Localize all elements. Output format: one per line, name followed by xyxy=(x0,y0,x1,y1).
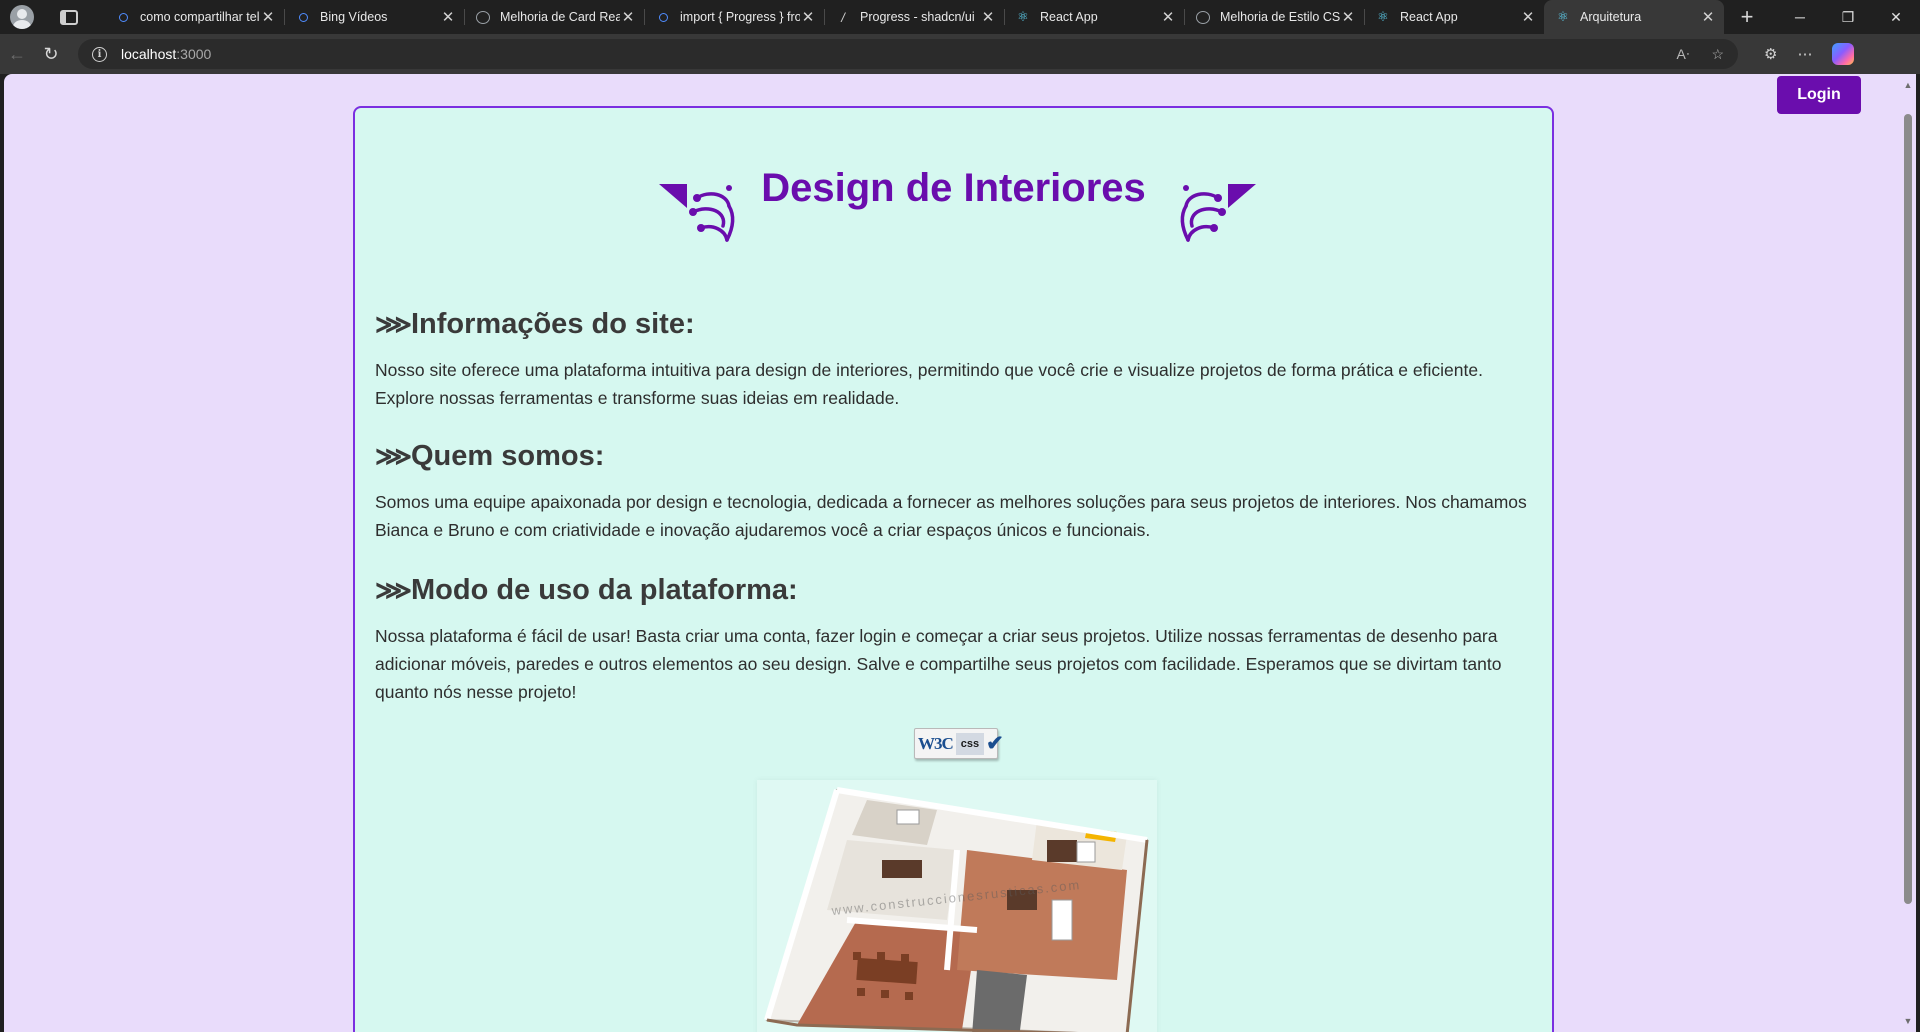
tab-title: Bing Vídeos xyxy=(320,10,388,24)
floor-plan-image: www.construccionesrusticas.com xyxy=(757,780,1157,1032)
w3c-css-badge[interactable]: W3C css ✔ xyxy=(914,728,1004,759)
scroll-up-icon[interactable]: ▲ xyxy=(1903,80,1913,90)
page-title: Design de Interiores xyxy=(761,166,1146,210)
section-body: Nosso site oferece uma plataforma intuit… xyxy=(375,360,1483,408)
url-text: localhost:3000 xyxy=(121,46,211,62)
favorite-star-icon[interactable]: ☆ xyxy=(1711,46,1724,63)
arrow-icon: ⋙ xyxy=(375,308,412,339)
tab-title: como compartilhar tel xyxy=(140,10,260,24)
window-controls: ─ ❐ ✕ xyxy=(1776,0,1920,34)
new-tab-icon[interactable]: + xyxy=(1730,4,1764,30)
tab-2[interactable]: Bing Vídeos ✕ xyxy=(284,0,464,34)
restore-icon[interactable]: ❐ xyxy=(1824,0,1872,34)
section-body: Nossa plataforma é fácil de usar! Basta … xyxy=(375,626,1502,702)
tab-title: Melhoria de Card Reac xyxy=(500,10,620,24)
search-icon xyxy=(116,10,130,24)
toolbar-actions: ⚙ ⋯ xyxy=(1764,43,1855,65)
section-heading-text: Modo de uso da plataforma: xyxy=(411,573,798,606)
react-icon: ⚛ xyxy=(1017,9,1029,24)
minimize-icon[interactable]: ─ xyxy=(1776,0,1824,34)
w3c-css-label: css xyxy=(955,732,985,755)
section-heading: ⋙ Quem somos: xyxy=(375,438,1535,474)
react-icon: ⚛ xyxy=(1377,9,1389,24)
tab-1[interactable]: como compartilhar tel ✕ xyxy=(104,0,284,34)
arrow-icon: ⋙ xyxy=(375,574,412,605)
tab-title: Melhoria de Estilo CSS xyxy=(1220,10,1340,24)
search-icon xyxy=(656,10,670,24)
extensions-icon[interactable]: ⚙ xyxy=(1764,45,1777,63)
url-host: localhost xyxy=(121,46,177,62)
info-icon[interactable]: i xyxy=(92,46,107,62)
browser-toolbar: ← ↻ i localhost:3000 Aᐧ ☆ ⚙ ⋯ xyxy=(0,34,1920,74)
tab-title: Progress - shadcn/ui xyxy=(860,10,975,24)
section-heading: ⋙ Informações do site: xyxy=(375,306,1535,342)
profile-avatar[interactable] xyxy=(10,5,34,29)
section-heading: ⋙ Modo de uso da plataforma: xyxy=(375,572,1535,608)
slash-icon: / xyxy=(841,9,845,25)
scroll-down-icon[interactable]: ▼ xyxy=(1903,1016,1913,1026)
close-icon[interactable]: ✕ xyxy=(620,8,636,26)
tab-title: React App xyxy=(1400,10,1458,24)
close-icon[interactable]: ✕ xyxy=(260,8,276,26)
section-heading-text: Informações do site: xyxy=(411,307,695,340)
more-menu-icon[interactable]: ⋯ xyxy=(1797,45,1812,63)
tab-title: React App xyxy=(1040,10,1098,24)
tab-actions-icon[interactable] xyxy=(60,9,78,25)
checkmark-icon: ✔ xyxy=(986,732,1004,755)
tab-8[interactable]: ⚛ React App ✕ xyxy=(1364,0,1544,34)
section-site-info: ⋙ Informações do site: Nosso site oferece… xyxy=(375,306,1535,412)
scroll-thumb[interactable] xyxy=(1904,114,1912,904)
tab-title: import { Progress } fro xyxy=(680,10,800,24)
globe-icon xyxy=(476,10,490,24)
page-scrollbar[interactable]: ▲ ▼ xyxy=(1900,74,1916,1032)
close-icon[interactable]: ✕ xyxy=(440,8,456,26)
react-icon: ⚛ xyxy=(1557,9,1569,24)
read-aloud-icon[interactable]: Aᐧ xyxy=(1677,46,1690,63)
close-icon[interactable]: ✕ xyxy=(800,8,816,26)
search-icon xyxy=(296,10,310,24)
tab-9-active[interactable]: ⚛ Arquitetura ✕ xyxy=(1544,0,1724,34)
section-usage: ⋙ Modo de uso da plataforma: Nossa plataf… xyxy=(375,572,1535,706)
flourish-right-icon xyxy=(1180,184,1256,242)
close-icon[interactable]: ✕ xyxy=(980,8,996,26)
tab-4[interactable]: import { Progress } fro ✕ xyxy=(644,0,824,34)
copilot-icon[interactable] xyxy=(1832,43,1855,65)
w3c-logo: W3C xyxy=(918,733,954,753)
tab-title: Arquitetura xyxy=(1580,10,1642,24)
tab-5[interactable]: / Progress - shadcn/ui ✕ xyxy=(824,0,1004,34)
tab-7[interactable]: Melhoria de Estilo CSS ✕ xyxy=(1184,0,1364,34)
globe-icon xyxy=(1196,10,1210,24)
tab-strip: como compartilhar tel ✕ Bing Vídeos ✕ Me… xyxy=(0,0,1920,34)
window-close-icon[interactable]: ✕ xyxy=(1872,0,1920,34)
content-card: Design de Interiores ⋙ Informações do sit… xyxy=(353,106,1554,1032)
close-icon[interactable]: ✕ xyxy=(1520,8,1536,26)
close-icon[interactable]: ✕ xyxy=(1160,8,1176,26)
close-icon[interactable]: ✕ xyxy=(1340,8,1356,26)
url-port: :3000 xyxy=(176,46,212,62)
section-heading-text: Quem somos: xyxy=(411,439,605,472)
hero-header: Design de Interiores xyxy=(355,166,1552,246)
arrow-icon: ⋙ xyxy=(375,440,412,471)
section-about-us: ⋙ Quem somos: Somos uma equipe apaixonada… xyxy=(375,438,1535,544)
address-bar[interactable]: i localhost:3000 Aᐧ ☆ xyxy=(78,39,1738,69)
tab-list: como compartilhar tel ✕ Bing Vídeos ✕ Me… xyxy=(104,0,1724,34)
page-viewport: Login Design de Interiores ⋙ Informações… xyxy=(4,74,1900,1032)
tab-6[interactable]: ⚛ React App ✕ xyxy=(1004,0,1184,34)
refresh-icon[interactable]: ↻ xyxy=(34,39,68,69)
section-body: Somos uma equipe apaixonada por design e… xyxy=(375,492,1527,540)
login-button[interactable]: Login xyxy=(1777,76,1861,114)
back-icon[interactable]: ← xyxy=(0,39,34,69)
close-icon[interactable]: ✕ xyxy=(1700,8,1716,26)
address-bar-actions: Aᐧ ☆ xyxy=(1677,46,1724,63)
floor-plan-illustration xyxy=(764,787,1149,1032)
tab-3[interactable]: Melhoria de Card Reac ✕ xyxy=(464,0,644,34)
